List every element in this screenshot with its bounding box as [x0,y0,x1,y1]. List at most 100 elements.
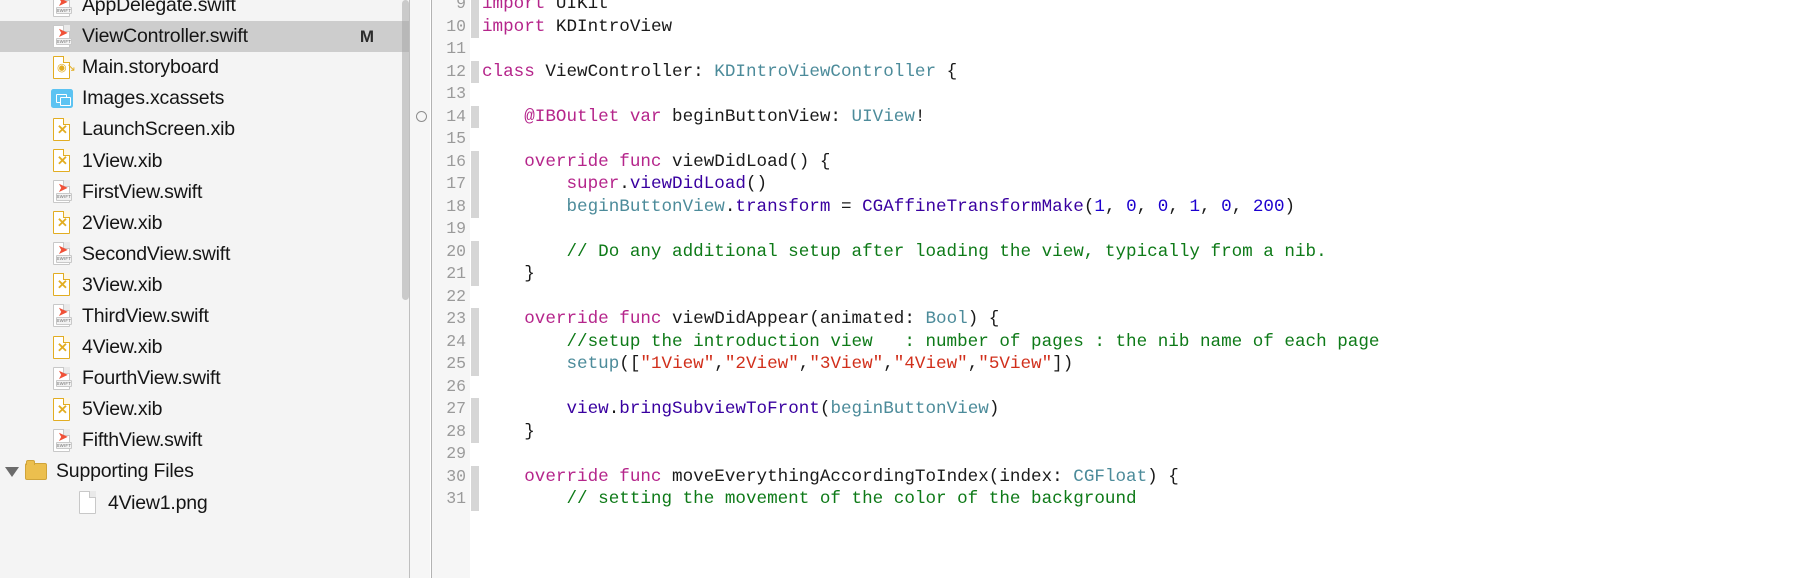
code-line-text: super.viewDidLoad() [482,173,767,196]
line-number: 30 [446,466,466,486]
code-line[interactable]: 15 [410,128,1810,151]
code-token: beginButtonView [566,196,725,217]
navigator-item[interactable]: ➤ SWIFT ThirdView.swift [0,301,410,332]
navigator-item[interactable]: ➤ SWIFT SecondView.swift [0,239,410,270]
line-number: 27 [446,399,466,418]
navigator-item[interactable]: ✕ 4View.xib [0,332,410,363]
disclosure-triangle-icon[interactable] [0,466,24,477]
code-line[interactable]: 29 [410,443,1810,466]
code-token: UIKit [545,0,609,14]
navigator-item[interactable]: ➤ SWIFT FifthView.swift [0,425,410,456]
line-number: 15 [446,129,466,148]
code-token: , [714,354,725,374]
navigator-item[interactable]: ✕ 2View.xib [0,208,410,239]
code-line[interactable]: 11 [410,38,1810,61]
code-line[interactable]: 16 override func viewDidLoad() { [410,150,1810,173]
change-marker [471,330,479,353]
xib-file-icon-wrap: ✕ [50,148,74,174]
code-line-text: override func moveEverythingAccordingToI… [482,466,1179,489]
code-line[interactable]: 21 } [410,263,1810,286]
code-line[interactable]: 23 override func viewDidAppear(animated:… [410,308,1810,331]
change-marker [471,240,479,263]
code-line[interactable]: 30 override func moveEverythingAccording… [410,465,1810,489]
code-line[interactable]: 25 setup(["1View","2View","3View","4View… [410,353,1810,376]
navigator-item[interactable]: Images.xcassets [0,83,410,114]
code-line[interactable]: 10 import KDIntroView [410,15,1810,38]
code-token: "1View" [640,354,715,374]
navigator-item[interactable]: ➤ SWIFT FirstView.swift [0,177,410,208]
code-token: bringSubviewToFront [619,399,820,419]
code-token: , [883,354,894,374]
code-line[interactable]: 24 //setup the introduction view : numbe… [410,330,1810,354]
code-token: , [1168,196,1190,217]
navigator-scrollbar[interactable] [402,0,409,300]
navigator-item-label: 4View1.png [108,491,208,514]
navigator-item-label: 2View.xib [82,211,163,234]
code-line[interactable]: 20 // Do any additional setup after load… [410,240,1810,263]
swift-file-icon: ➤ SWIFT [53,428,72,452]
code-line[interactable]: 28 } [410,420,1810,444]
change-marker [471,398,479,421]
code-text-area[interactable]: 9 import UIKit 10 import KDIntroView 11 12 cla… [410,0,1810,511]
code-token: //setup the introduction view : number o… [566,331,1380,352]
line-number: 29 [446,444,466,463]
navigator-item-label: Images.xcassets [82,87,225,110]
code-line[interactable]: 27 view.bringSubviewToFront(beginButtonV… [410,398,1810,421]
code-token: moveEverythingAccordingToIndex(index: [661,466,1074,487]
code-token: CGAffineTransformMake [862,196,1084,217]
navigator-item[interactable]: ✕ 3View.xib [0,270,410,301]
code-token: } [482,264,535,284]
code-line[interactable]: 13 [410,83,1810,106]
code-token: , [1136,196,1158,217]
breakpoint-indicator-icon[interactable] [416,110,427,122]
code-token: CGFloat [1073,466,1148,487]
line-number: 13 [446,84,466,103]
code-line[interactable]: 26 [410,376,1810,399]
code-token: "2View" [724,354,799,374]
code-line-text: // setting the movement of the color of … [482,488,1137,511]
xib-file-icon-wrap: ✕ [50,272,74,298]
code-token: @IBOutlet var [524,106,662,127]
navigator-item[interactable]: ➤ SWIFT AppDelegate.swift [0,0,410,21]
navigator-item[interactable]: 4View1.png [0,488,410,519]
source-editor[interactable]: 9 import UIKit 10 import KDIntroView 11 12 cla… [410,0,1810,578]
code-line[interactable]: 22 [410,286,1810,309]
change-marker [471,60,479,83]
navigator-item[interactable]: ➤ SWIFT FourthView.swift [0,363,410,394]
code-line-text: //setup the introduction view : number o… [482,331,1379,354]
swift-file-icon-wrap: ➤ SWIFT [50,428,74,454]
code-token: ([ [619,354,641,374]
navigator-item[interactable]: ✕ LaunchScreen.xib [0,114,410,145]
navigator-item[interactable]: ✕ 1View.xib [0,145,410,176]
change-marker [471,308,479,331]
navigator-item-label: SecondView.swift [82,242,231,265]
code-line[interactable]: 9 import UIKit [410,0,1810,16]
code-line[interactable]: 17 super.viewDidLoad() [410,173,1810,196]
code-line-text: } [482,421,535,444]
navigator-item[interactable]: ✕ 5View.xib [0,394,410,425]
code-line[interactable]: 12 class ViewController: KDIntroViewContr… [410,60,1810,83]
code-line[interactable]: 31 // setting the movement of the color … [410,488,1810,511]
code-token: ) { [1147,466,1179,487]
code-line[interactable]: 14 @IBOutlet var beginButtonView: UIView… [410,105,1810,128]
navigator-item[interactable]: ◉↘ Main.storyboard [0,52,410,83]
code-token: 0 [1221,196,1232,217]
status-badge: M [359,26,374,46]
code-token: class [482,61,535,82]
code-token: // setting the movement of the color of … [566,489,1137,509]
project-navigator[interactable]: ➤ SWIFT AppDelegate.swift ➤ SWIFT ViewControl… [0,0,410,578]
change-marker [471,0,479,16]
change-marker [471,420,479,443]
navigator-item[interactable]: Supporting Files [0,456,410,487]
navigator-item-label: 1View.xib [82,149,163,172]
code-token: , [1231,196,1253,217]
xib-file-icon-wrap: ✕ [50,335,74,361]
code-line[interactable]: 19 [410,218,1810,241]
navigator-item[interactable]: ➤ SWIFT ViewController.swift M [0,21,410,53]
code-line[interactable]: 18 beginButtonView.transform = CGAffineT… [410,195,1810,218]
